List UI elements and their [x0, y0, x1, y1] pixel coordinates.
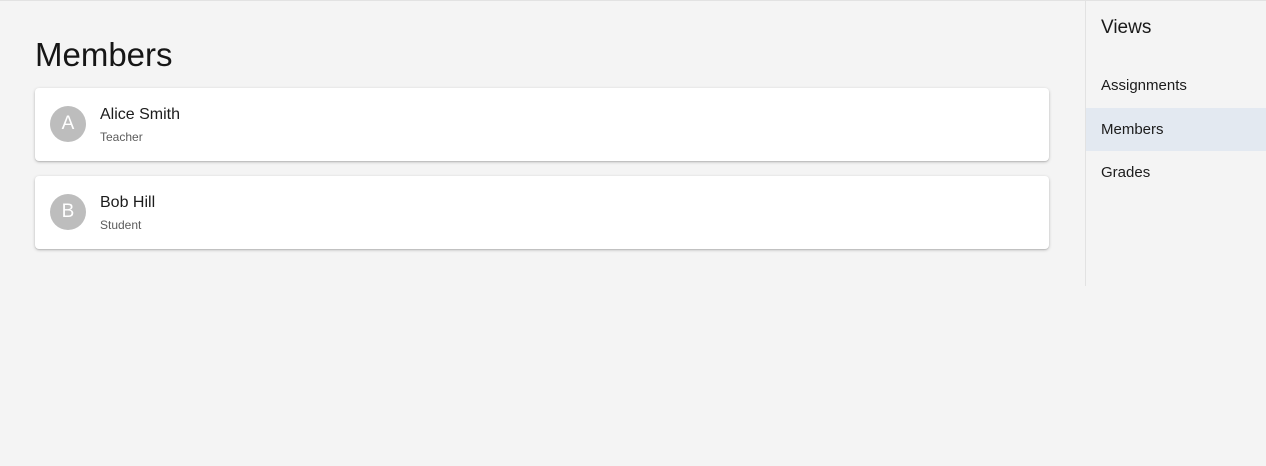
member-name: Bob Hill	[100, 194, 156, 211]
app-page: Members A Alice Smith Teacher B Bob Hill…	[0, 0, 1266, 466]
member-list: A Alice Smith Teacher B Bob Hill Student	[35, 88, 1049, 264]
sidebar-item-assignments[interactable]: Assignments	[1086, 64, 1266, 108]
sidebar-title: Views	[1101, 17, 1152, 38]
member-role: Teacher	[100, 130, 143, 144]
avatar: A	[50, 106, 86, 142]
member-card-alice-smith[interactable]: A Alice Smith Teacher	[35, 88, 1049, 161]
member-role: Student	[100, 218, 142, 232]
views-sidebar: Views Assignments Members Grades	[1085, 1, 1266, 286]
views-nav: Assignments Members Grades	[1086, 64, 1266, 195]
avatar: B	[50, 194, 86, 230]
page-title: Members	[35, 36, 173, 73]
member-card-bob-hill[interactable]: B Bob Hill Student	[35, 176, 1049, 249]
member-name: Alice Smith	[100, 106, 181, 123]
sidebar-item-members[interactable]: Members	[1086, 107, 1266, 151]
sidebar-item-grades[interactable]: Grades	[1086, 151, 1266, 195]
